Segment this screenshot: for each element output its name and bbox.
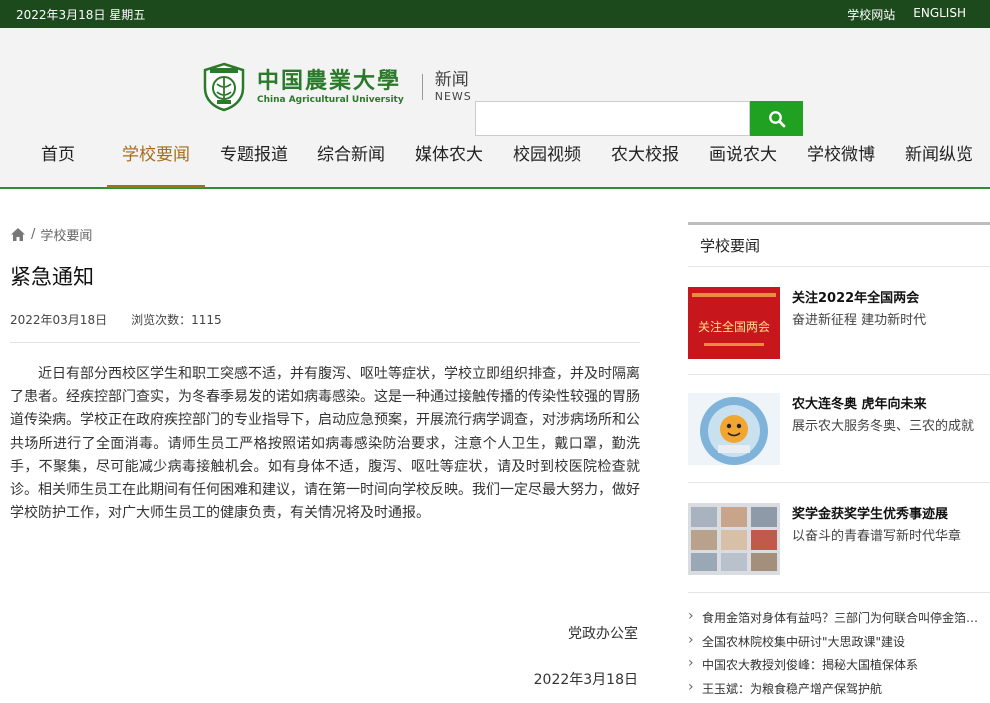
sidebar-card[interactable]: 农大连冬奥 虎年向未来 展示农大服务冬奥、三农的成就	[688, 393, 990, 465]
card-title[interactable]: 关注2022年全国两会	[792, 287, 919, 306]
card-subtitle: 奋进新征程 建功新时代	[792, 309, 926, 328]
university-seal-icon	[203, 62, 245, 112]
search-button[interactable]	[750, 101, 803, 136]
search-box	[475, 101, 803, 136]
card-title[interactable]: 农大连冬奥 虎年向未来	[792, 393, 927, 412]
card-divider	[688, 482, 990, 483]
section-label-cn: 新闻	[435, 70, 472, 90]
article-meta: 2022年03月18日 浏览次数：1115	[10, 311, 640, 328]
two-sessions-thumbnail[interactable]: 关注全国两会	[688, 287, 780, 359]
breadcrumb: / 学校要闻	[10, 221, 640, 247]
search-input[interactable]	[475, 101, 750, 136]
sidebar-heading: 学校要闻	[688, 225, 990, 267]
view-count: 浏览次数：1115	[131, 311, 222, 328]
breadcrumb-separator: /	[31, 227, 35, 242]
section-label-en: NEWS	[435, 90, 472, 104]
news-link[interactable]: 中国农大教授刘俊峰：揭秘大国植保体系	[688, 656, 990, 680]
card-subtitle: 展示农大服务冬奥、三农的成就	[792, 415, 974, 434]
card-divider	[688, 592, 990, 593]
nav-school-paper[interactable]: 农大校报	[605, 138, 685, 188]
nav-media[interactable]: 媒体农大	[409, 138, 489, 188]
nav-school-news[interactable]: 学校要闻	[107, 138, 205, 188]
article-signature: 党政办公室	[568, 623, 638, 643]
brand-divider	[422, 74, 423, 100]
site-header: 中国農業大學 China Agricultural University 新闻 …	[0, 28, 990, 189]
news-link[interactable]: 全国农林院校集中研讨"大思政课"建设	[688, 633, 990, 657]
scholarship-exhibit-thumbnail[interactable]	[688, 503, 780, 575]
news-link[interactable]: 食用金箔对身体有益吗？三部门为何联合叫停金箔…	[688, 609, 990, 633]
news-link[interactable]: 王玉斌：为粮食稳产增产保驾护航	[688, 680, 990, 703]
article-date: 2022年03月18日	[10, 311, 107, 328]
nav-home[interactable]: 首页	[28, 138, 88, 188]
nav-picture-news[interactable]: 画说农大	[703, 138, 783, 188]
article-body: 近日有部分西校区学生和职工突感不适，并有腹泻、呕吐等症状，学校立即组织排查，并及…	[10, 363, 640, 525]
nav-campus-video[interactable]: 校园视频	[507, 138, 587, 188]
nav-special-reports[interactable]: 专题报道	[214, 138, 294, 188]
nav-weibo[interactable]: 学校微博	[801, 138, 881, 188]
home-icon[interactable]	[10, 227, 26, 242]
university-wordmark: 中国農業大學 China Agricultural University	[257, 68, 404, 106]
school-site-link[interactable]: 学校网站	[847, 6, 895, 23]
current-date: 2022年3月18日 星期五	[16, 6, 145, 23]
article-title: 紧急通知	[10, 263, 640, 291]
news-list: 食用金箔对身体有益吗？三部门为何联合叫停金箔… 全国农林院校集中研讨"大思政课"…	[688, 609, 990, 703]
top-bar: 2022年3月18日 星期五 学校网站 ENGLISH	[0, 0, 990, 28]
english-link[interactable]: ENGLISH	[913, 6, 966, 23]
university-name-cn: 中国農業大學	[257, 68, 404, 94]
thumbnail-caption: 关注全国两会	[698, 319, 770, 334]
breadcrumb-current[interactable]: 学校要闻	[40, 225, 92, 244]
sidebar-card[interactable]: 关注全国两会 关注2022年全国两会 奋进新征程 建功新时代	[688, 287, 990, 359]
search-icon	[768, 110, 786, 128]
top-links: 学校网站 ENGLISH	[847, 6, 966, 23]
article-area: / 学校要闻 紧急通知 2022年03月18日 浏览次数：1115 近日有部分西…	[10, 221, 640, 525]
meta-divider	[10, 342, 640, 343]
article-sign-date: 2022年3月18日	[534, 669, 638, 689]
nav-news-overview[interactable]: 新闻纵览	[899, 138, 979, 188]
winter-olympics-thumbnail[interactable]	[688, 393, 780, 465]
card-divider	[688, 374, 990, 375]
sidebar-card[interactable]: 奖学金获奖学生优秀事迹展 以奋斗的青春谱写新时代华章	[688, 503, 990, 575]
nav-general-news[interactable]: 综合新闻	[311, 138, 391, 188]
card-subtitle: 以奋斗的青春谱写新时代华章	[792, 525, 961, 544]
brand[interactable]: 中国農業大學 China Agricultural University 新闻 …	[203, 62, 472, 112]
card-title[interactable]: 奖学金获奖学生优秀事迹展	[792, 503, 948, 522]
sidebar: 学校要闻 关注全国两会 关注2022年全国两会 奋进新征程 建功新时代	[688, 222, 990, 267]
main-nav: 首页 学校要闻 专题报道 综合新闻 媒体农大 校园视频 农大校报 画说农大 学校…	[0, 138, 990, 188]
university-name-en: China Agricultural University	[257, 94, 404, 106]
section-label: 新闻 NEWS	[435, 70, 472, 104]
